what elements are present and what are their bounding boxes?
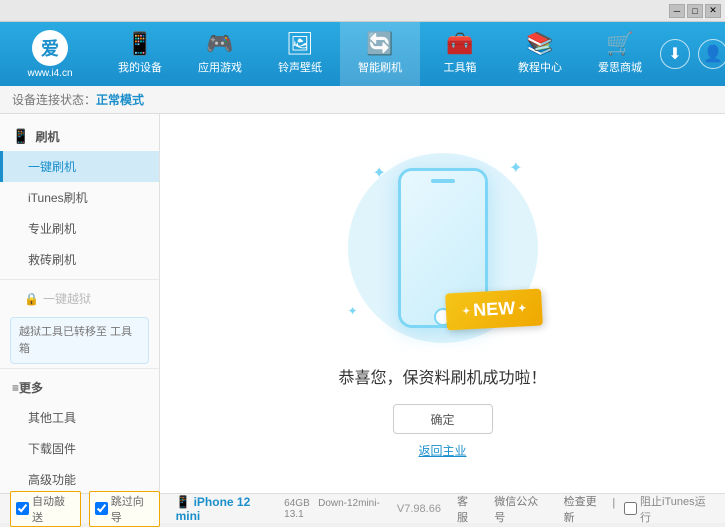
sidebar-section-flash: 📱 刷机 [0,122,159,151]
flash-section-icon: 📱 [12,128,29,145]
download-button[interactable]: ⬇ [660,39,690,69]
bottom-right: V7.98.66 客服 微信公众号 检查更新 [397,493,606,525]
auto-dismiss-checkbox[interactable] [16,502,29,515]
sidebar-item-one-key-flash[interactable]: 一键刷机 [0,151,159,182]
content-area: ✦ ✦ ✦ NEW 恭喜您，保资料刷机成功啦！ 确定 返回主业 [160,114,725,493]
sidebar-section-flash-label: 刷机 [35,128,59,145]
title-bar: ─ □ ✕ [0,0,725,22]
illustration-container: ✦ ✦ ✦ NEW [333,148,553,348]
header-right-controls: ⬇ 👤 [660,22,725,86]
close-button[interactable]: ✕ [705,4,721,18]
version-label: V7.98.66 [397,503,441,515]
maximize-button[interactable]: □ [687,4,703,18]
device-details: 64GB Down-12mini-13.1 [284,498,397,520]
more-section-icon: ≡ [12,381,19,395]
nav-bar: 📱 我的设备 🎮 应用游戏 🖼 铃声壁纸 🔄 智能刷机 🧰 工具箱 📚 教程中心… [100,22,725,86]
wechat-link[interactable]: 微信公众号 [494,493,547,525]
sidebar-item-save-flash[interactable]: 救砖刷机 [0,244,159,275]
jailbreak-label: 一键越狱 [43,290,91,307]
block-itunes-label: 阻止iTunes运行 [640,493,715,525]
main-content: 📱 刷机 一键刷机 iTunes刷机 专业刷机 救砖刷机 🔒 一键越狱 越狱工具… [0,114,725,493]
skip-wizard-text: 跳过向导 [111,493,154,525]
toolbox-icon: 🧰 [446,33,473,55]
status-value: 正常模式 [96,91,144,108]
sparkle-icon-3: ✦ [348,304,358,318]
nav-wallpaper-label: 铃声壁纸 [278,59,322,75]
status-bar: 设备连接状态： 正常模式 [0,86,725,114]
device-phone-icon: 📱 [176,495,191,509]
nav-smart-flash-label: 智能刷机 [358,59,402,75]
sidebar-item-pro-flash[interactable]: 专业刷机 [0,213,159,244]
new-badge: NEW [445,289,543,331]
apps-games-icon: 🎮 [206,33,233,55]
phone-notch [431,179,455,183]
my-device-icon: 📱 [126,33,153,55]
block-itunes-checkbox[interactable] [624,502,637,515]
window-controls: ─ □ ✕ [669,4,721,18]
header: 爱 www.i4.cn 📱 我的设备 🎮 应用游戏 🖼 铃声壁纸 🔄 智能刷机 … [0,22,725,86]
nav-store-label: 爱思商城 [598,59,642,75]
back-home-link[interactable]: 返回主业 [418,442,466,459]
sidebar-divider-1 [0,279,159,280]
device-storage: 64GB [284,498,310,509]
skip-wizard-label[interactable]: 跳过向导 [89,491,160,527]
sidebar-item-advanced[interactable]: 高级功能 [0,464,159,493]
update-link[interactable]: 检查更新 [564,493,607,525]
lock-icon: 🔒 [24,292,39,306]
nav-apps-games[interactable]: 🎮 应用游戏 [180,22,260,86]
nav-toolbox-label: 工具箱 [444,59,477,75]
auto-dismiss-text: 自动敲送 [32,493,75,525]
bottom-left: 自动敲送 跳过向导 📱 iPhone 12 mini 64GB Down-12m… [10,491,397,527]
tutorials-icon: 📚 [526,33,553,55]
nav-my-device-label: 我的设备 [118,59,162,75]
store-icon: 🛒 [606,33,633,55]
skip-wizard-checkbox[interactable] [95,502,108,515]
sidebar-item-jailbreak-disabled: 🔒 一键越狱 [0,284,159,313]
sidebar: 📱 刷机 一键刷机 iTunes刷机 专业刷机 救砖刷机 🔒 一键越狱 越狱工具… [0,114,160,493]
logo-area: 爱 www.i4.cn [0,22,100,86]
sparkle-icon-2: ✦ [509,158,522,178]
nav-smart-flash[interactable]: 🔄 智能刷机 [340,22,420,86]
success-message: 恭喜您，保资料刷机成功啦！ [338,364,546,388]
nav-tutorials[interactable]: 📚 教程中心 [500,22,580,86]
status-label: 设备连接状态： [12,91,96,108]
nav-store[interactable]: 🛒 爱思商城 [580,22,660,86]
minimize-button[interactable]: ─ [669,4,685,18]
smart-flash-icon: 🔄 [366,33,393,55]
nav-tutorials-label: 教程中心 [518,59,562,75]
sidebar-section-more: ≡ 更多 [0,373,159,402]
support-link[interactable]: 客服 [457,493,478,525]
user-button[interactable]: 👤 [698,39,725,69]
sidebar-item-other-tools[interactable]: 其他工具 [0,402,159,433]
confirm-button[interactable]: 确定 [393,404,493,434]
wallpaper-icon: 🖼 [286,33,314,55]
sidebar-info-box: 越狱工具已转移至 工具箱 [10,317,149,364]
sidebar-item-itunes-flash[interactable]: iTunes刷机 [0,182,159,213]
device-info: 📱 iPhone 12 mini [176,495,277,523]
nav-my-device[interactable]: 📱 我的设备 [100,22,180,86]
bottom-bar: 自动敲送 跳过向导 📱 iPhone 12 mini 64GB Down-12m… [0,493,725,523]
itunes-block: | 阻止iTunes运行 [606,493,715,525]
logo-icon: 爱 [32,30,68,66]
logo-subtitle: www.i4.cn [27,68,72,79]
sidebar-item-download-firmware[interactable]: 下载固件 [0,433,159,464]
nav-wallpaper[interactable]: 🖼 铃声壁纸 [260,22,340,86]
nav-apps-games-label: 应用游戏 [198,59,242,75]
sidebar-section-more-label: 更多 [19,379,43,396]
sidebar-divider-2 [0,368,159,369]
nav-toolbox[interactable]: 🧰 工具箱 [420,22,500,86]
auto-dismiss-label[interactable]: 自动敲送 [10,491,81,527]
